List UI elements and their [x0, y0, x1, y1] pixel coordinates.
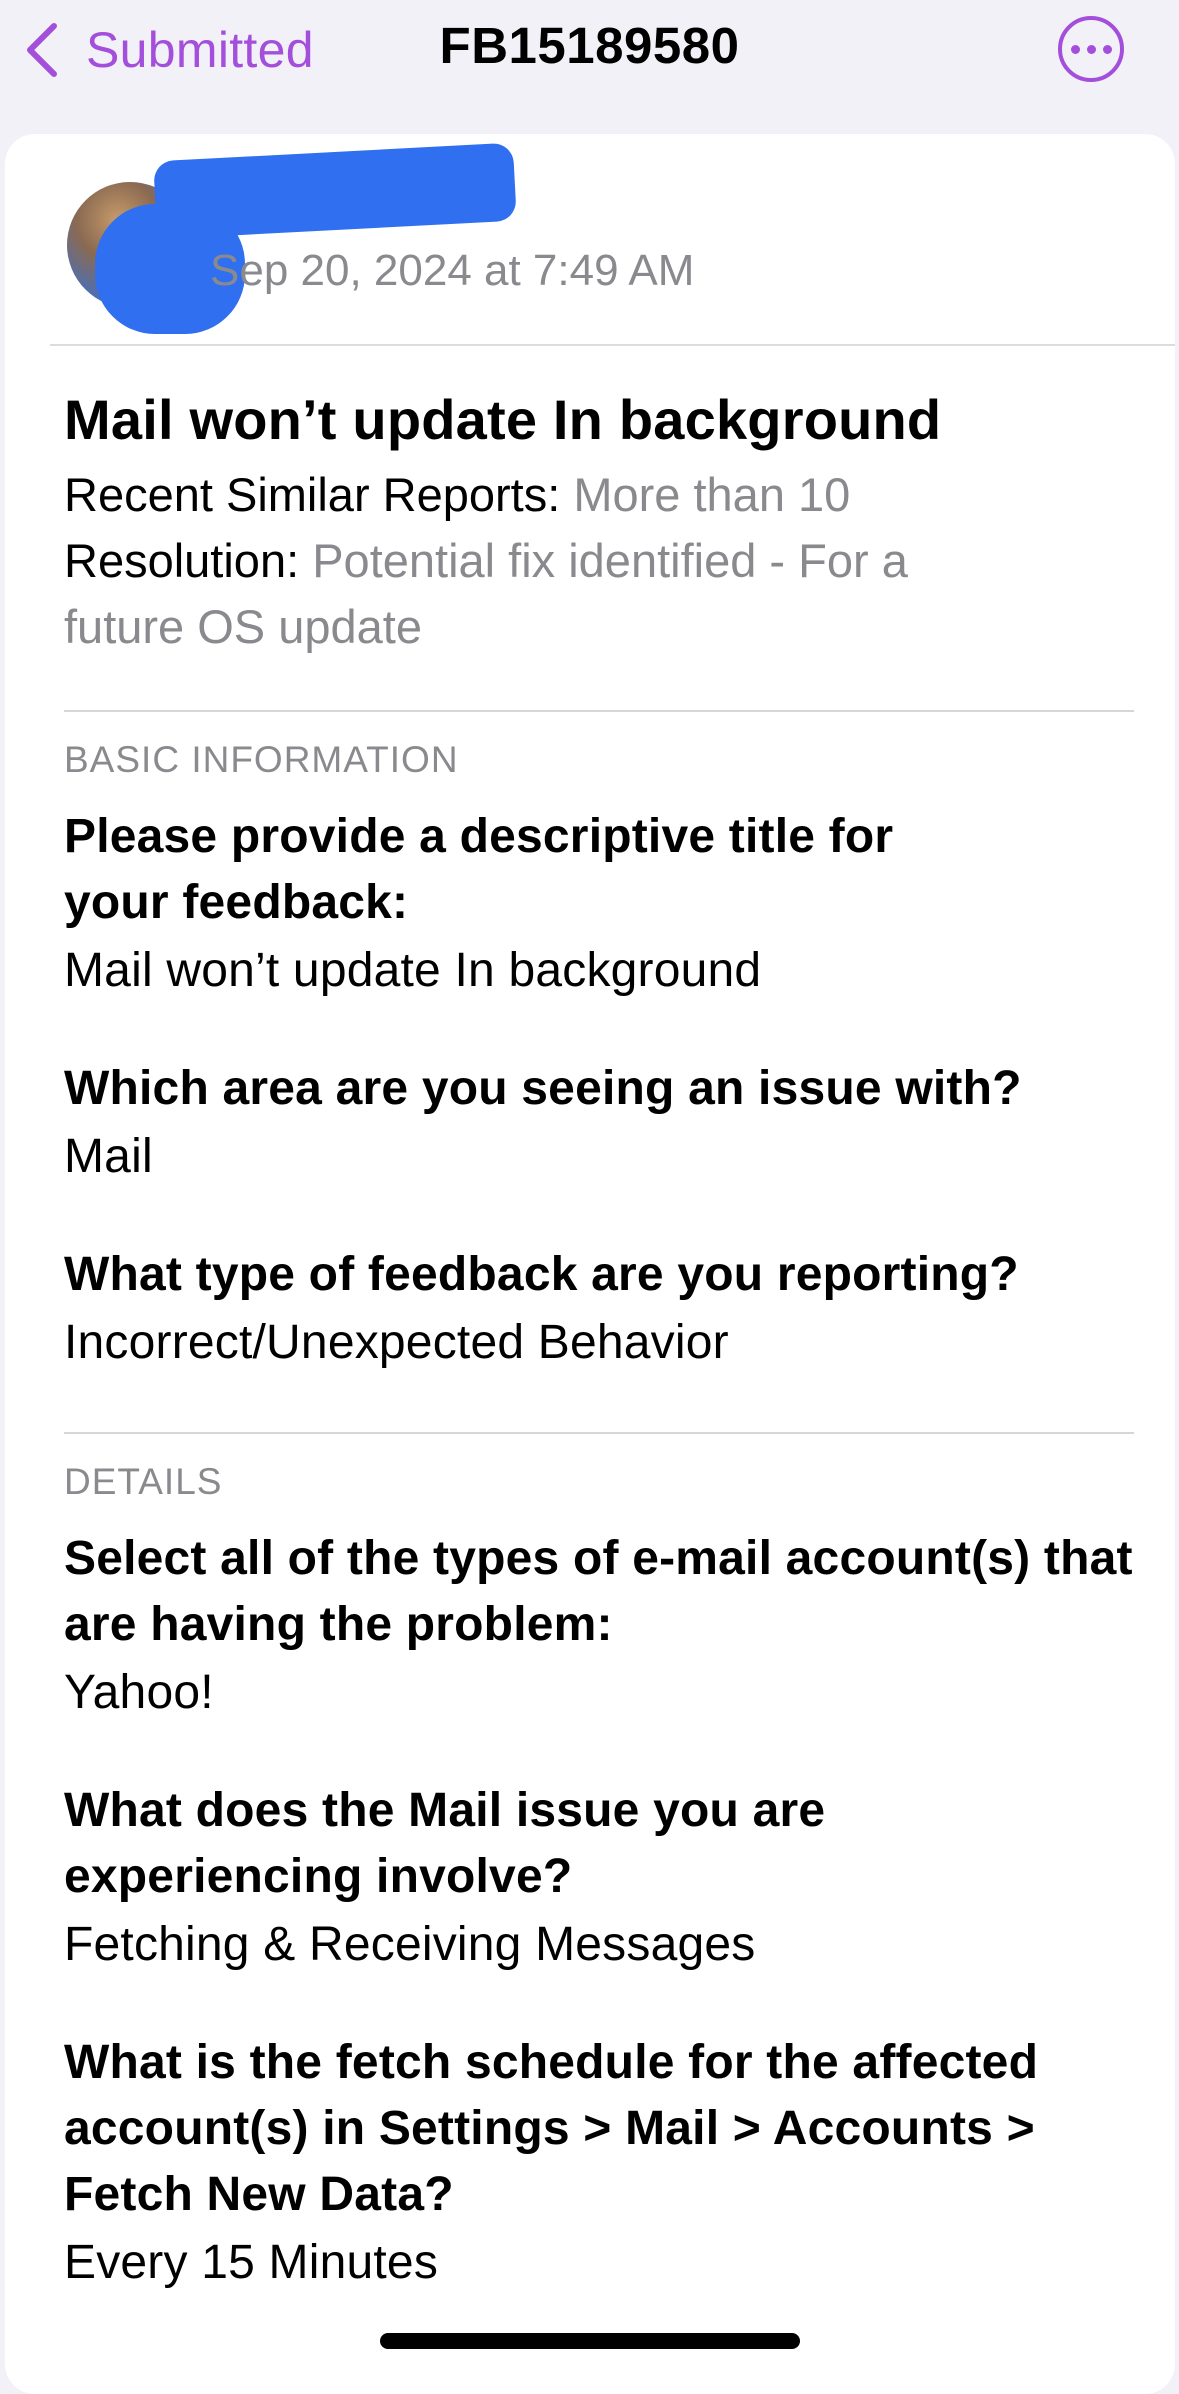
section-divider: [64, 1432, 1134, 1434]
section-header-details: DETAILS: [64, 1461, 223, 1502]
divider: [50, 344, 1175, 346]
answer: Fetching & Receiving Messages: [64, 1918, 756, 1971]
qa-item: What does the Mail issue you are experie…: [64, 1778, 1134, 1980]
home-indicator[interactable]: [380, 2333, 800, 2349]
feedback-id: FB15189580: [439, 17, 740, 74]
resolution-row: Resolution: Potential fix identified - F…: [64, 528, 1004, 660]
question: What type of feedback are you reporting?: [64, 1248, 1019, 1301]
resolution-label: Resolution:: [64, 534, 300, 587]
question: What is the fetch schedule for the affec…: [64, 2036, 1039, 2221]
qa-item: What is the fetch schedule for the affec…: [64, 2030, 1134, 2298]
section-header-basic: BASIC INFORMATION: [64, 739, 459, 780]
question: What does the Mail issue you are experie…: [64, 1784, 826, 1903]
answer: Incorrect/Unexpected Behavior: [64, 1316, 729, 1369]
timestamp: Sep 20, 2024 at 7:49 AM: [210, 246, 695, 295]
qa-item: Please provide a descriptive title for y…: [64, 804, 1134, 1006]
answer: Yahoo!: [64, 1666, 214, 1719]
question: Which area are you seeing an issue with?: [64, 1062, 1022, 1115]
section-divider: [64, 710, 1134, 712]
answer: Mail won’t update In background: [64, 944, 762, 997]
page-title: FB15189580: [0, 16, 1179, 75]
question: Please provide a descriptive title for y…: [64, 810, 894, 929]
answer: Every 15 Minutes: [64, 2236, 439, 2289]
more-options-button[interactable]: [1058, 16, 1124, 82]
author-header: Sep 20, 2024 at 7:49 AM: [5, 134, 1175, 344]
similar-reports-value: More than 10: [573, 468, 851, 521]
similar-reports-label: Recent Similar Reports:: [64, 468, 561, 521]
report-title: Mail won’t update In background: [64, 388, 942, 451]
navigation-bar: Submitted FB15189580: [0, 0, 1179, 130]
feedback-card: Sep 20, 2024 at 7:49 AM Mail won’t updat…: [5, 134, 1175, 2394]
report-meta: Recent Similar Reports: More than 10 Res…: [64, 462, 1134, 660]
ellipsis-circle-icon: [1070, 44, 1112, 54]
qa-item: Which area are you seeing an issue with?…: [64, 1056, 1134, 1192]
answer: Mail: [64, 1130, 153, 1183]
qa-item: What type of feedback are you reporting?…: [64, 1242, 1134, 1378]
qa-item: Select all of the types of e-mail accoun…: [64, 1526, 1134, 1728]
similar-reports-row: Recent Similar Reports: More than 10: [64, 462, 1134, 528]
question: Select all of the types of e-mail accoun…: [64, 1532, 1133, 1651]
report-content: Mail won’t update In background Recent S…: [64, 386, 1134, 2298]
